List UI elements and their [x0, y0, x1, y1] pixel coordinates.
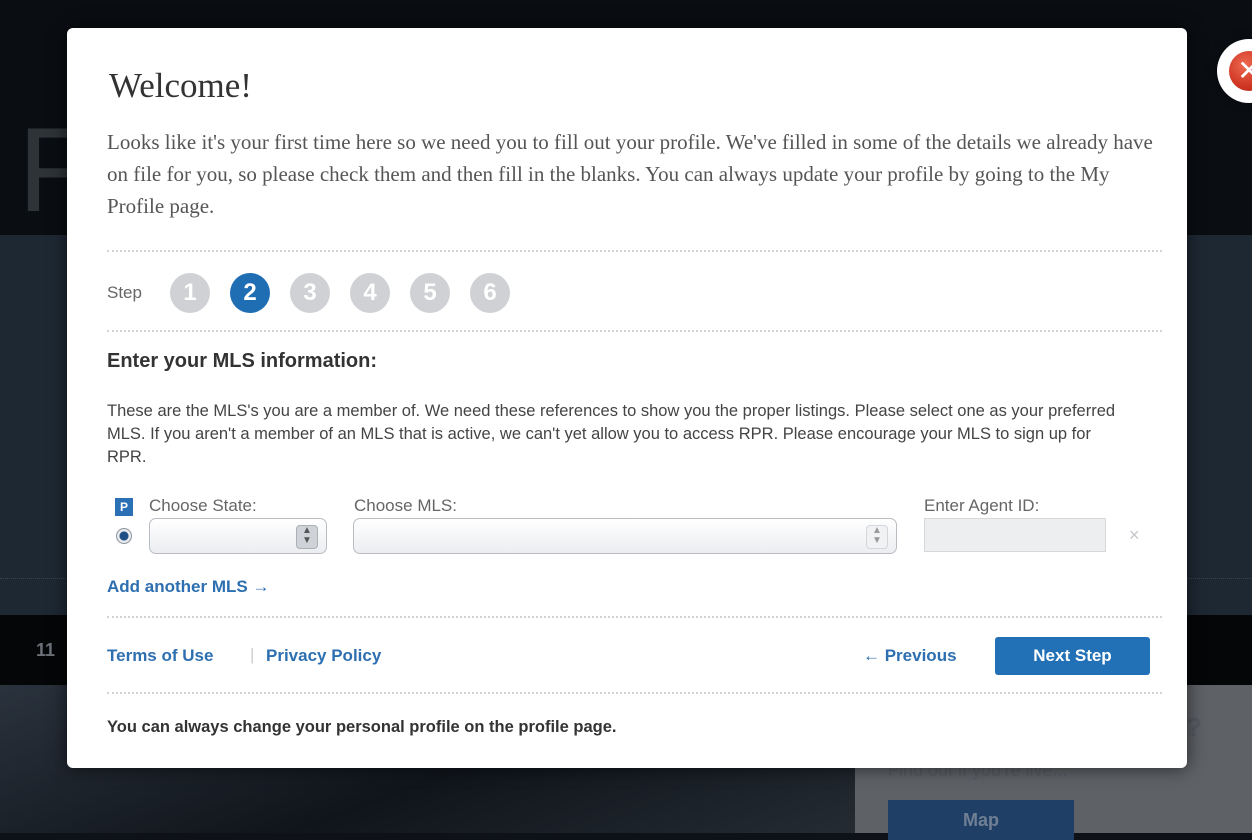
- next-step-button[interactable]: Next Step: [995, 637, 1150, 675]
- select-arrows-icon: ▲ ▼: [866, 525, 888, 549]
- agent-id-input[interactable]: [924, 518, 1106, 552]
- step-indicator: 1 2 3 4 5 6: [170, 273, 510, 313]
- background-bar-number: 11: [36, 640, 56, 660]
- preferred-mls-radio[interactable]: [116, 528, 132, 544]
- section-title: Enter your MLS information:: [107, 350, 377, 372]
- privacy-policy-link[interactable]: Privacy Policy: [266, 646, 381, 666]
- preferred-badge: P: [115, 498, 133, 516]
- divider: [107, 616, 1162, 618]
- step-5[interactable]: 5: [410, 273, 450, 313]
- divider: [107, 330, 1162, 332]
- mls-label: Choose MLS:: [354, 496, 457, 515]
- modal-title: Welcome!: [109, 66, 252, 105]
- footnote: You can always change your personal prof…: [107, 718, 617, 736]
- welcome-modal: Welcome! Looks like it's your first time…: [67, 28, 1252, 768]
- terms-of-use-link[interactable]: Terms of Use: [107, 646, 213, 666]
- step-3[interactable]: 3: [290, 273, 330, 313]
- background-map-button: Map: [888, 800, 1074, 840]
- intro-text: Looks like it's your first time here so …: [107, 130, 1153, 218]
- mls-select[interactable]: ▲ ▼: [353, 518, 897, 554]
- divider: [107, 692, 1162, 694]
- step-6[interactable]: 6: [470, 273, 510, 313]
- agent-id-label: Enter Agent ID:: [924, 496, 1040, 515]
- add-mls-link[interactable]: Add another MLS →: [107, 577, 269, 597]
- step-2-active[interactable]: 2: [230, 273, 270, 313]
- step-4[interactable]: 4: [350, 273, 390, 313]
- step-label: Step: [107, 283, 142, 302]
- previous-link[interactable]: ← Previous: [863, 646, 957, 666]
- close-icon: ✕: [1229, 51, 1252, 91]
- background-side-question: ?: [1186, 712, 1202, 742]
- step-1[interactable]: 1: [170, 273, 210, 313]
- link-separator: |: [250, 645, 255, 664]
- state-select[interactable]: ▲ ▼: [149, 518, 327, 554]
- divider: [107, 250, 1162, 252]
- state-label: Choose State:: [149, 496, 257, 515]
- select-arrows-icon: ▲ ▼: [296, 525, 318, 549]
- remove-mls-icon[interactable]: ×: [1129, 525, 1140, 546]
- section-description: These are the MLS's you are a member of.…: [107, 402, 1116, 466]
